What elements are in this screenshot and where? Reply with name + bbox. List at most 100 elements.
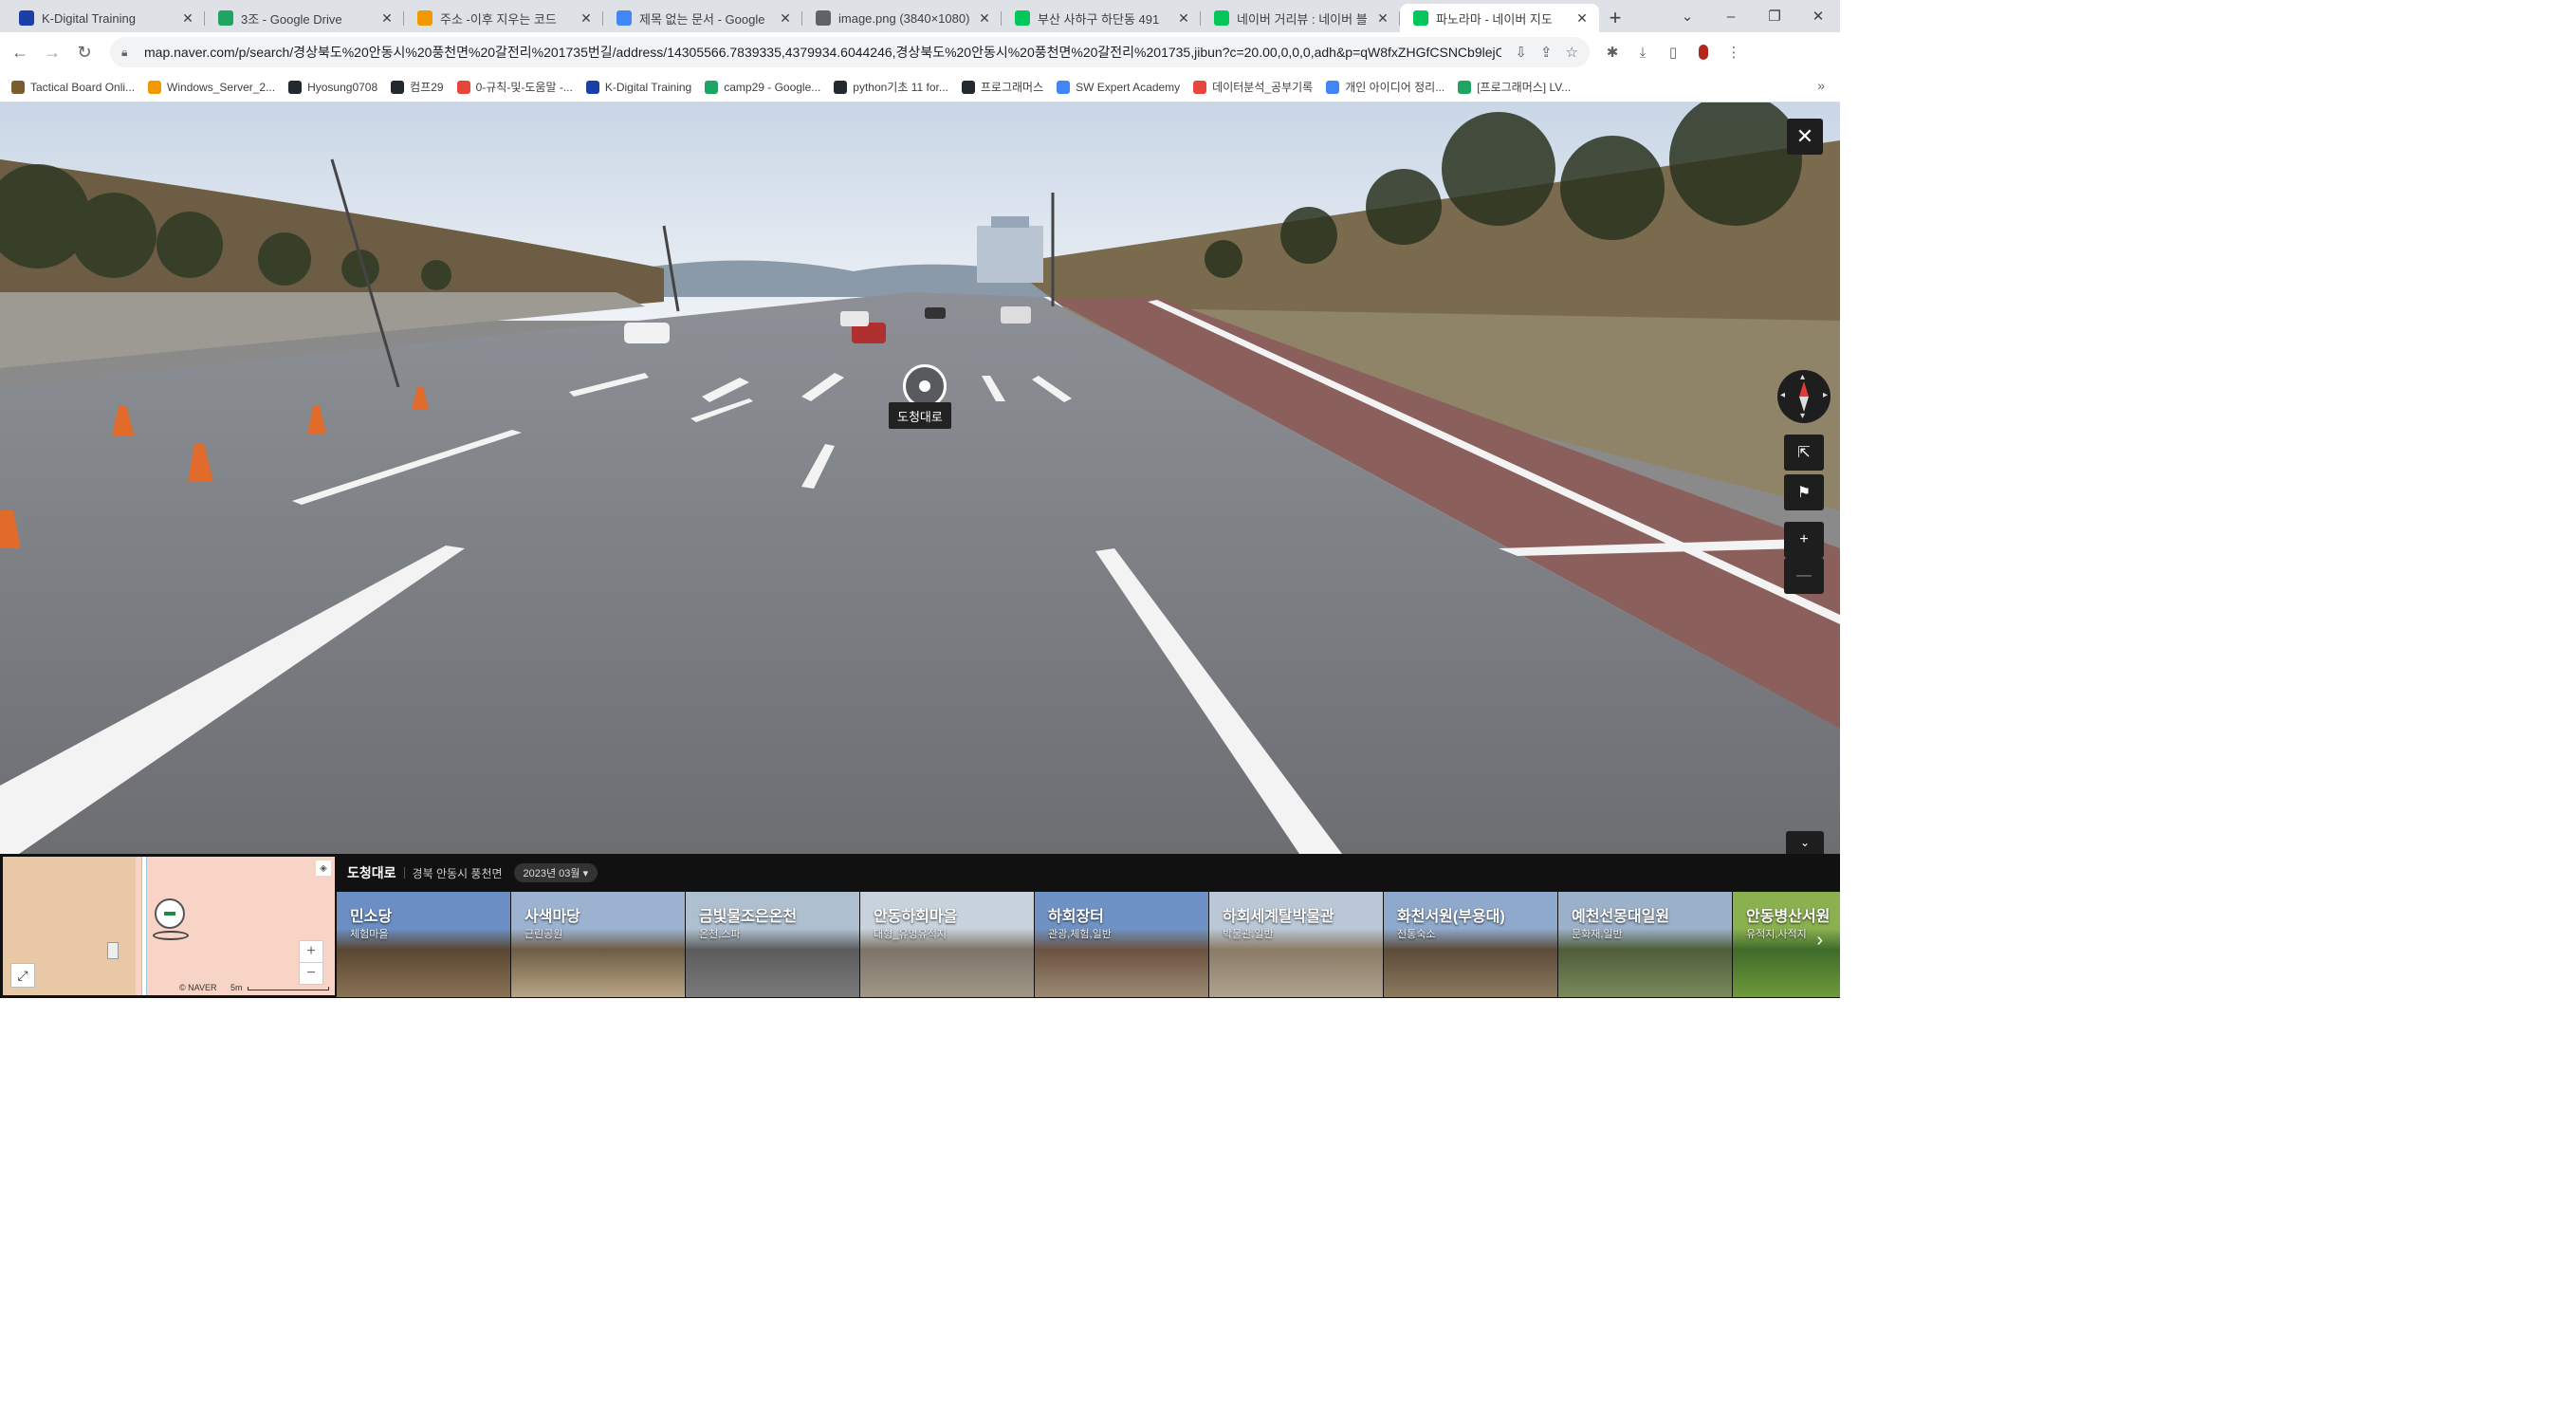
close-window-button[interactable]: ✕ xyxy=(1796,0,1840,32)
tab-title: image.png (3840×1080) xyxy=(838,10,970,26)
browser-tab[interactable]: 파노라마 - 네이버 지도 ✕ xyxy=(1400,4,1599,32)
place-card[interactable]: 민소당 체험마을 xyxy=(337,892,510,997)
google-docs-icon xyxy=(616,10,632,26)
place-name: 하회세계탈박물관 xyxy=(1223,909,1334,925)
bookmark-item[interactable]: 데이터분석_공부기록 xyxy=(1193,79,1313,95)
panorama-image xyxy=(0,102,1840,854)
browser-tab[interactable]: 주소 -이후 지우는 코드 ✕ xyxy=(404,4,603,32)
place-card[interactable]: 안동병산서원 유적지,사적지 xyxy=(1733,892,1840,997)
bookmarks-more-icon[interactable]: » xyxy=(1817,78,1825,93)
place-category: 문화재,일반 xyxy=(1572,929,1623,940)
globe-icon xyxy=(816,10,831,26)
place-category: 근린공원 xyxy=(524,929,563,940)
browser-tab[interactable]: 부산 사하구 하단동 491 ✕ xyxy=(1002,4,1201,32)
expand-map-icon[interactable]: ⤢ xyxy=(10,963,35,988)
pin-shadow xyxy=(153,931,189,940)
google-drive-icon xyxy=(218,10,233,26)
forward-button[interactable]: → xyxy=(36,36,68,68)
close-tab-icon[interactable]: ✕ xyxy=(379,10,395,27)
bookmark-item[interactable]: 프로그래머스 xyxy=(961,79,1043,95)
close-tab-icon[interactable]: ✕ xyxy=(1176,10,1191,27)
place-card[interactable]: 금빛물조은온천온천,스파 xyxy=(686,892,859,997)
tab-title: 제목 없는 문서 - Google xyxy=(639,11,765,27)
compass-down-icon[interactable]: ▾ xyxy=(1800,411,1805,421)
close-panorama-button[interactable]: ✕ xyxy=(1787,119,1823,155)
bookmark-item[interactable]: 개인 아이디어 정리... xyxy=(1326,79,1444,95)
bookmark-item[interactable]: python기초 11 for... xyxy=(834,79,948,95)
report-icon[interactable]: ⚑ xyxy=(1784,474,1824,510)
map-settings-icon[interactable]: ◈ xyxy=(316,861,331,876)
bookmark-item[interactable]: Tactical Board Onli... xyxy=(11,80,135,94)
close-tab-icon[interactable]: ✕ xyxy=(579,10,594,27)
bookmark-favicon-icon xyxy=(288,80,303,94)
bookmark-label: 데이터분석_공부기록 xyxy=(1212,81,1314,94)
downloads-icon[interactable]: ⤓ xyxy=(1628,37,1658,67)
collapse-panel-button[interactable]: ⌄ xyxy=(1786,831,1824,854)
zoom-in-button[interactable]: + xyxy=(1784,522,1824,558)
browser-tab[interactable]: image.png (3840×1080) ✕ xyxy=(802,4,1002,32)
compass-right-icon[interactable]: ▸ xyxy=(1823,390,1828,400)
side-panel-icon[interactable]: ▯ xyxy=(1658,37,1688,67)
compass-icon[interactable]: ▴ ▾ ◂ ▸ xyxy=(1777,370,1831,423)
place-category: 유적지,사적지 xyxy=(1746,929,1807,940)
bookmark-item[interactable]: Hyosung0708 xyxy=(288,80,377,94)
bookmark-item[interactable]: 0-규칙-및-도움말 -... xyxy=(456,79,573,95)
browser-tab[interactable]: 3조 - Google Drive ✕ xyxy=(205,4,404,32)
share-icon[interactable]: ⇱ xyxy=(1784,435,1824,471)
close-tab-icon[interactable]: ✕ xyxy=(1574,10,1590,27)
bookmark-star-icon[interactable]: ☆ xyxy=(1566,44,1578,61)
minimize-button[interactable]: – xyxy=(1709,0,1753,32)
street-view-panorama[interactable]: ✕ 도청대로 ▴ ▾ ◂ ▸ ⇱ ⚑ + — ⌄ xyxy=(0,102,1840,854)
close-tab-icon[interactable]: ✕ xyxy=(977,10,992,27)
install-app-icon[interactable]: ⇩ xyxy=(1515,44,1527,61)
map-zoom-out-button[interactable]: − xyxy=(299,962,323,985)
place-category: 전통숙소 xyxy=(1397,929,1436,940)
toolbar: ← → ↻ 🔒︎ map.naver.com/p/search/경상북도%20안… xyxy=(0,32,1840,72)
close-tab-icon[interactable]: ✕ xyxy=(778,10,793,27)
bookmark-item[interactable]: [프로그래머스] LV... xyxy=(1458,79,1571,95)
new-tab-button[interactable]: + xyxy=(1599,4,1631,32)
profile-icon[interactable] xyxy=(1688,37,1719,67)
reload-button[interactable]: ↻ xyxy=(68,36,101,68)
bookmark-favicon-icon xyxy=(391,80,405,94)
address-bar[interactable]: 🔒︎ map.naver.com/p/search/경상북도%20안동시%20풍… xyxy=(110,37,1590,67)
bookmark-item[interactable]: K-Digital Training xyxy=(585,80,691,94)
bookmark-favicon-icon xyxy=(1057,80,1071,94)
naver-map-icon xyxy=(1015,10,1030,26)
bookmark-item[interactable]: camp29 - Google... xyxy=(705,80,820,94)
place-category: 온천,스파 xyxy=(699,929,741,940)
browser-tab[interactable]: K-Digital Training ✕ xyxy=(6,4,205,32)
menu-icon[interactable]: ⋮ xyxy=(1719,37,1749,67)
place-name: 안동하회마을 xyxy=(874,909,958,925)
zoom-out-button[interactable]: — xyxy=(1784,558,1824,594)
map-building xyxy=(107,942,119,959)
place-card[interactable]: 화천서원(부용대) 전통숙소 xyxy=(1384,892,1557,997)
place-name: 금빛물조은온천 xyxy=(699,909,798,925)
bookmark-item[interactable]: SW Expert Academy xyxy=(1057,80,1180,94)
next-places-icon[interactable]: › xyxy=(1816,930,1823,952)
browser-tab[interactable]: 네이버 거리뷰 : 네이버 블 ✕ xyxy=(1201,4,1400,32)
compass-left-icon[interactable]: ◂ xyxy=(1780,390,1785,400)
place-card[interactable]: 하회장터 관광,체험,일반 xyxy=(1035,892,1208,997)
place-card[interactable]: 안동하회마을 대형_유명유적지 xyxy=(860,892,1034,997)
map-road xyxy=(141,857,147,995)
share-icon[interactable]: ⇪ xyxy=(1540,44,1553,61)
capture-date-dropdown[interactable]: 2023년 03월 ▾ xyxy=(513,863,598,882)
bookmark-list: Tactical Board Onli... Windows_Server_2..… xyxy=(11,79,1584,95)
restore-button[interactable]: ❐ xyxy=(1753,0,1796,32)
location-header: 도청대로 경북 안동시 풍천면 2023년 03월 ▾ xyxy=(347,861,598,884)
place-card[interactable]: 사색마당 근린공원 xyxy=(511,892,685,997)
browser-tab[interactable]: 제목 없는 문서 - Google ✕ xyxy=(603,4,802,32)
minimap[interactable]: ◈ + − ⤢ © NAVER 5m xyxy=(3,857,335,995)
extensions-icon[interactable]: ✱ xyxy=(1597,37,1628,67)
bookmark-favicon-icon xyxy=(834,80,848,94)
bookmark-item[interactable]: 컴프29 xyxy=(391,79,444,95)
place-card[interactable]: 예천선몽대일원 문화재,일반 xyxy=(1558,892,1732,997)
bookmark-item[interactable]: Windows_Server_2... xyxy=(148,80,275,94)
close-tab-icon[interactable]: ✕ xyxy=(1375,10,1390,27)
map-zoom-in-button[interactable]: + xyxy=(299,940,323,963)
place-card[interactable]: 하회세계탈박물관 박물관,일반 xyxy=(1209,892,1383,997)
tab-search-icon[interactable]: ⌄ xyxy=(1665,0,1709,32)
close-tab-icon[interactable]: ✕ xyxy=(180,10,195,27)
back-button[interactable]: ← xyxy=(4,36,36,68)
